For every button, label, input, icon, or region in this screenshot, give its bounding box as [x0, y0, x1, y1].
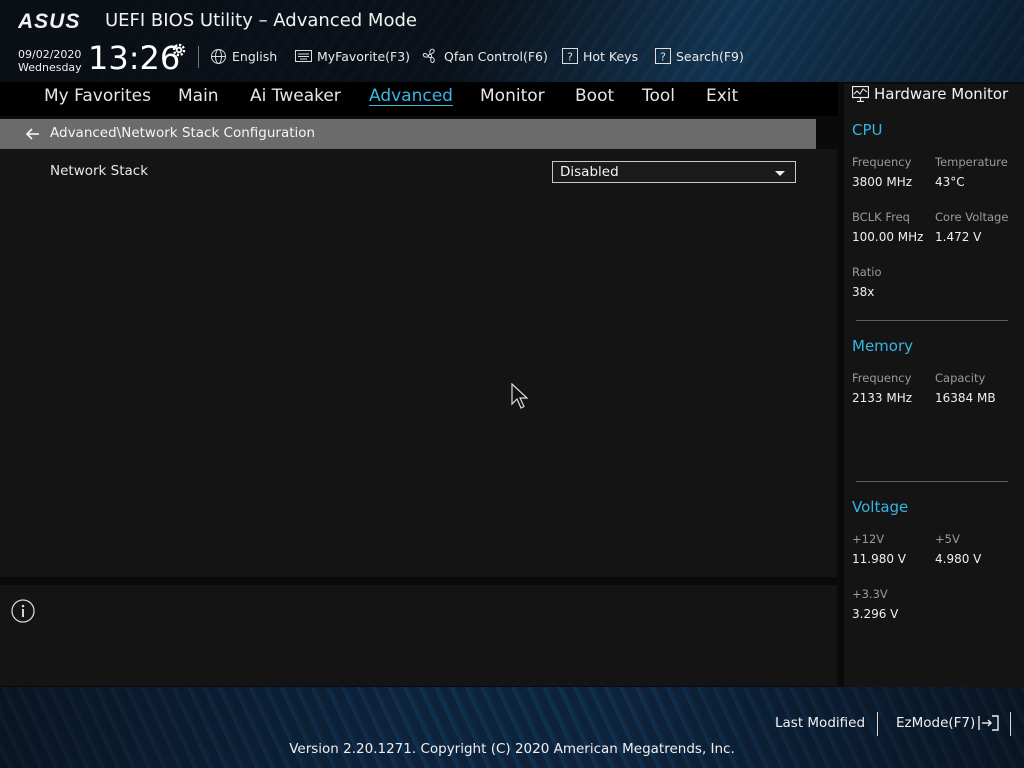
app-title: UEFI BIOS Utility – Advanced Mode [105, 10, 417, 31]
last-modified-button[interactable]: Last Modified [775, 715, 865, 731]
cpu-frequency-label: Frequency [852, 155, 912, 169]
ratio-label: Ratio [852, 265, 882, 279]
hardware-monitor-label: Hardware Monitor [874, 85, 1009, 103]
tab-main[interactable]: Main [178, 86, 219, 106]
search-button[interactable]: ? Search(F9) [655, 46, 744, 66]
network-stack-label: Network Stack [50, 163, 149, 179]
cpu-frequency-value: 3800 MHz [852, 175, 913, 189]
section-divider [856, 320, 1008, 321]
v12-label: +12V [852, 532, 885, 546]
cpu-temperature-label: Temperature [935, 155, 1008, 169]
help-icon: ? [562, 48, 578, 64]
network-stack-dropdown[interactable]: Disabled [552, 161, 796, 183]
globe-icon [211, 48, 226, 64]
gear-icon[interactable] [171, 42, 187, 58]
v33-value: 3.296 V [852, 607, 899, 621]
tab-exit[interactable]: Exit [706, 86, 738, 106]
core-voltage-label: Core Voltage [935, 210, 1009, 224]
tab-ai-tweaker[interactable]: Ai Tweaker [250, 86, 341, 106]
clock-display: 13:26 [88, 39, 181, 77]
language-label: English [232, 48, 278, 64]
bclk-label: BCLK Freq [852, 210, 910, 224]
ezmode-label: EzMode(F7) [896, 715, 976, 731]
tab-advanced[interactable]: Advanced [369, 86, 453, 106]
monitor-icon [852, 86, 869, 102]
date-text: 09/02/2020 [18, 48, 82, 61]
v5-value: 4.980 V [935, 552, 982, 566]
v5-label: +5V [935, 532, 960, 546]
v33-label: +3.3V [852, 587, 888, 601]
exit-mode-icon [978, 715, 999, 731]
toolbar-divider [198, 46, 199, 68]
cpu-temperature-value: 43°C [935, 175, 965, 189]
tab-tool[interactable]: Tool [642, 86, 675, 106]
mouse-cursor-icon [511, 383, 529, 409]
main-menu-bar: My Favorites Main Ai Tweaker Advanced Mo… [0, 82, 838, 116]
svg-text:?: ? [567, 51, 573, 64]
svg-text:ASUS: ASUS [18, 10, 80, 33]
day-text: Wednesday [18, 61, 82, 74]
asus-logo: ASUS [18, 10, 80, 33]
cpu-section-title: CPU [852, 121, 883, 139]
keyboard-icon [295, 50, 312, 62]
hardware-monitor-title[interactable]: Hardware Monitor [852, 85, 1008, 103]
memory-frequency-value: 2133 MHz [852, 391, 913, 405]
ratio-value: 38x [852, 285, 875, 299]
myfavorite-button[interactable]: MyFavorite(F3) [295, 46, 410, 66]
v12-value: 11.980 V [852, 552, 907, 566]
memory-frequency-label: Frequency [852, 371, 912, 385]
qfan-control-label: Qfan Control(F6) [444, 48, 548, 64]
back-arrow-icon[interactable] [25, 126, 41, 142]
tab-my-favorites[interactable]: My Favorites [44, 86, 151, 106]
settings-panel [0, 149, 837, 577]
hot-keys-button[interactable]: ? Hot Keys [562, 46, 638, 66]
bclk-value: 100.00 MHz [852, 230, 924, 244]
date-display: 09/02/2020 Wednesday [18, 48, 82, 74]
core-voltage-value: 1.472 V [935, 230, 982, 244]
footer-divider [1010, 712, 1011, 736]
memory-capacity-value: 16384 MB [935, 391, 996, 405]
network-stack-value: Disabled [560, 164, 619, 180]
voltage-section-title: Voltage [852, 498, 909, 516]
language-button[interactable]: English [210, 46, 277, 66]
breadcrumb-path: Advanced\Network Stack Configuration [50, 125, 316, 141]
help-panel [0, 585, 837, 686]
fan-icon [422, 48, 435, 64]
search-help-icon: ? [655, 48, 671, 64]
tab-monitor[interactable]: Monitor [480, 86, 545, 106]
hot-keys-label: Hot Keys [583, 48, 639, 64]
svg-text:?: ? [660, 51, 666, 64]
ezmode-button[interactable]: EzMode(F7) [896, 715, 1000, 731]
section-divider [856, 481, 1008, 482]
footer-divider [877, 712, 878, 736]
chevron-down-icon [775, 171, 785, 176]
version-text: Version 2.20.1271. Copyright (C) 2020 Am… [289, 741, 735, 757]
memory-capacity-label: Capacity [935, 371, 986, 385]
info-icon [11, 599, 35, 623]
memory-section-title: Memory [852, 337, 914, 355]
breadcrumb: Advanced\Network Stack Configuration [0, 119, 816, 149]
search-label: Search(F9) [676, 48, 744, 64]
tab-boot[interactable]: Boot [575, 86, 614, 106]
qfan-control-button[interactable]: Qfan Control(F6) [421, 46, 548, 66]
myfavorite-label: MyFavorite(F3) [317, 48, 411, 64]
